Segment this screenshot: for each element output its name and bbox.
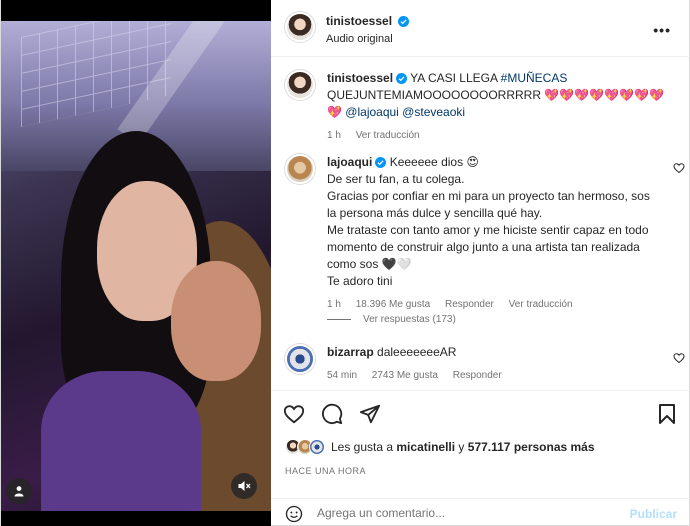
caption-username[interactable]: tinistoessel (327, 71, 393, 85)
bookmark-icon[interactable] (657, 403, 677, 425)
comment-reply-button[interactable]: Responder (445, 299, 494, 310)
comment-first-line: Keeeeee dios 😍 (389, 155, 479, 169)
comment-age[interactable]: 54 min (327, 370, 357, 381)
mute-button[interactable] (231, 473, 257, 499)
caption-mentions[interactable]: @lajoaqui @steveaoki (345, 105, 465, 119)
caption-meta: 1 h Ver traducción (327, 127, 667, 144)
comment-meta: 54 min 2743 Me gusta Responder (327, 367, 657, 384)
comment-composer: Publicar (271, 498, 690, 526)
media-panel[interactable] (1, 0, 271, 526)
comment-line: De ser tu fan, a tu colega. (327, 172, 465, 186)
likes-prefix: Les gusta a (331, 440, 394, 454)
likes-summary: Les gusta a micatinelli y 577.117 person… (285, 439, 595, 455)
comment-line: Te adoro tini (327, 274, 393, 288)
volume-off-icon (238, 481, 251, 491)
likes-connector: y (458, 440, 465, 454)
comment-likes[interactable]: 18.396 Me gusta (356, 299, 431, 310)
comment-input[interactable] (317, 506, 617, 520)
post-header: tinistoessel Audio original ••• (271, 0, 690, 57)
hashtag-link[interactable]: #MUÑECAS (501, 71, 568, 85)
caption-body-line2: QUEJUNTEMIAMOOOOOOOORRRRR (327, 88, 542, 102)
caption-age[interactable]: 1 h (327, 130, 341, 141)
likes-count-link[interactable]: 577.117 personas más (468, 440, 595, 454)
user-icon (14, 486, 24, 497)
comment-line: Me trataste con tanto amor y me hiciste … (327, 223, 649, 271)
caption-translate-link[interactable]: Ver traducción (356, 130, 420, 141)
emoji-icon[interactable] (285, 505, 303, 523)
verified-badge-icon (375, 157, 387, 168)
comment-reply-button[interactable]: Responder (453, 370, 502, 381)
post-actions-section: Les gusta a micatinelli y 577.117 person… (271, 390, 690, 500)
caption-text: tinistoessel YA CASI LLEGA #MUÑECAS QUEJ… (327, 70, 667, 144)
post-timestamp[interactable]: HACE UNA HORA (285, 466, 366, 476)
view-replies-button[interactable]: Ver respuestas (173) (327, 314, 456, 325)
comment-avatar[interactable] (285, 344, 315, 374)
action-bar (283, 403, 381, 425)
like-comment-heart-icon[interactable] (673, 162, 685, 174)
caption-body: YA CASI LLEGA (410, 71, 498, 85)
avatar[interactable] (285, 12, 315, 42)
more-options-icon[interactable]: ••• (653, 22, 671, 38)
share-paper-plane-icon[interactable] (359, 403, 381, 425)
comment-avatar[interactable] (285, 154, 315, 184)
post-author-username[interactable]: tinistoessel (326, 14, 392, 28)
video-face-right (171, 261, 261, 381)
likes-user-link[interactable]: micatinelli (396, 440, 455, 454)
verified-badge-icon (396, 73, 408, 84)
comment-translate-link[interactable]: Ver traducción (509, 299, 573, 310)
comment-text: lajoaqui Keeeeee dios 😍 De ser tu fan, a… (327, 154, 657, 313)
verified-badge-icon (398, 16, 410, 27)
like-heart-icon[interactable] (283, 403, 305, 425)
comment-likes[interactable]: 2743 Me gusta (372, 370, 438, 381)
comment-username[interactable]: bizarrap (327, 345, 374, 359)
post-comment-button[interactable]: Publicar (630, 507, 677, 521)
comment-text: bizarrap daleeeeeeeAR 54 min 2743 Me gus… (327, 344, 657, 384)
video-outfit (41, 371, 201, 511)
video-frame[interactable] (1, 21, 271, 511)
post-dialog: tinistoessel Audio original ••• tinistoe… (0, 0, 690, 526)
replies-divider (327, 319, 351, 320)
comment-age[interactable]: 1 h (327, 299, 341, 310)
comment-bubble-icon[interactable] (321, 403, 343, 425)
audio-label[interactable]: Audio original (326, 33, 409, 45)
tagged-users-button[interactable] (6, 478, 32, 504)
comment-meta: 1 h 18.396 Me gusta Responder Ver traduc… (327, 296, 657, 313)
like-comment-heart-icon[interactable] (673, 352, 685, 364)
comment-body: daleeeeeeeAR (377, 345, 457, 359)
view-replies-label: Ver respuestas (173) (363, 314, 456, 325)
comment-line: Gracias por confiar en mi para un proyec… (327, 189, 650, 220)
post-details-panel: tinistoessel Audio original ••• tinistoe… (271, 0, 690, 526)
comment-username[interactable]: lajoaqui (327, 155, 372, 169)
liker-avatar (309, 439, 325, 455)
caption-avatar[interactable] (285, 70, 315, 100)
